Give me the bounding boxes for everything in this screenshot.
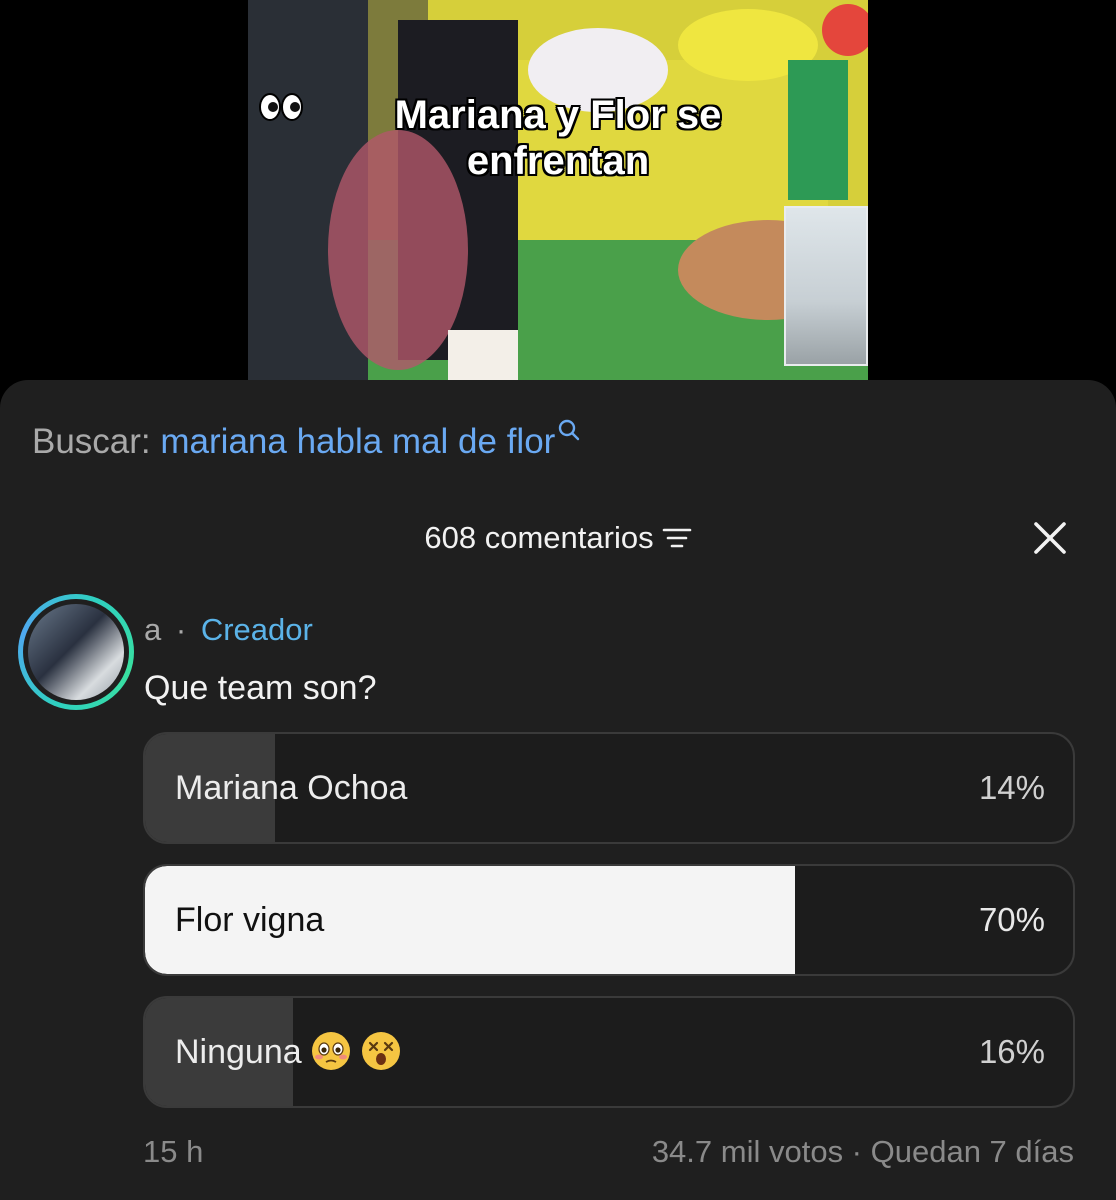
video-scene [248, 0, 868, 380]
video-caption: Mariana y Flor se enfrentan [248, 92, 868, 184]
poll-option-percent: 14% [978, 769, 1045, 806]
picture-in-picture-overlay [784, 206, 868, 366]
dizzy-face-icon [361, 1032, 400, 1071]
close-icon[interactable] [1030, 518, 1070, 558]
comments-count: 608 comentarios [424, 520, 654, 555]
caption-line-1: Mariana y Flor se [394, 93, 722, 137]
poll-option-label: Ninguna [175, 1033, 302, 1071]
comment-time: 15 h [143, 1134, 204, 1169]
filter-icon[interactable] [662, 526, 692, 550]
comment-text: Que team son? [144, 669, 377, 707]
comments-header: 608 comentarios [0, 518, 1116, 558]
comments-sheet: Buscar: mariana habla mal de flor 608 co… [0, 380, 1116, 1200]
search-suggestion[interactable]: Buscar: mariana habla mal de flor [32, 419, 581, 464]
poll-option-percent: 16% [978, 1033, 1045, 1070]
avatar-ring-gap [23, 599, 129, 705]
caption-line-2: enfrentan [248, 93, 868, 184]
author-row: a · Creador [144, 610, 313, 650]
author-name[interactable]: a [144, 612, 161, 647]
poll-option-ninguna[interactable]: Ninguna 16% [143, 996, 1075, 1108]
poll-option-flor-vigna[interactable]: Flor vigna 70% [143, 864, 1075, 976]
poll-option-label-wrap: Ninguna [175, 998, 402, 1106]
author-separator: · [175, 612, 187, 647]
flushed-face-icon [311, 1032, 350, 1071]
poll-option-label: Flor vigna [175, 901, 325, 939]
poll-votes-info: 34.7 mil votos · Quedan 7 días [651, 1134, 1074, 1169]
eyes-icon [259, 93, 303, 121]
poll-option-label: Mariana Ochoa [175, 769, 408, 807]
search-icon [559, 419, 580, 441]
poll-option-percent: 70% [978, 901, 1045, 938]
video-area[interactable]: Mariana y Flor se enfrentan [0, 0, 1116, 380]
poll-option-mariana-ochoa[interactable]: Mariana Ochoa 14% [143, 732, 1075, 844]
creator-badge: Creador [200, 612, 313, 647]
caption-line-2-text: enfrentan [466, 139, 650, 183]
search-label: Buscar: [32, 422, 151, 461]
search-query-link[interactable]: mariana habla mal de flor [160, 422, 555, 461]
avatar[interactable] [18, 594, 134, 710]
avatar-image [28, 604, 124, 700]
video-thumbnail[interactable]: Mariana y Flor se enfrentan [248, 0, 868, 380]
